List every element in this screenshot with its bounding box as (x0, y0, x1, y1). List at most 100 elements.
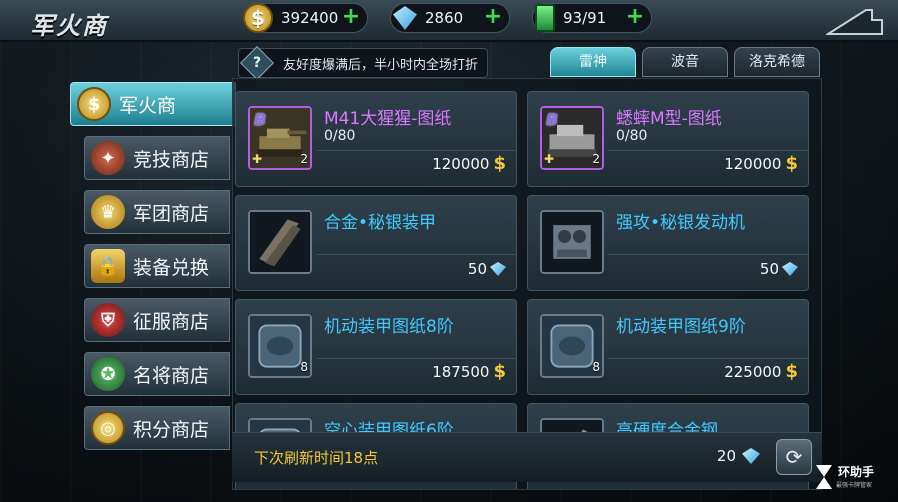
gold-currency-icon: $ (785, 153, 798, 174)
points-coin-icon: ◎ (91, 411, 125, 445)
item-name: M41大猩猩-图纸 (324, 109, 452, 129)
item-name: 机动装甲图纸9阶 (616, 317, 746, 337)
item-price: 225000 $ (724, 361, 798, 382)
watermark-subtext: 最强卡牌管家 (836, 482, 873, 489)
refresh-button[interactable]: ⟳ (776, 439, 812, 475)
sidebar-item-arena-shop[interactable]: ✦ 竞技商店 (84, 136, 230, 180)
item-count: 2 (592, 152, 600, 166)
diamond-icon (393, 6, 417, 30)
item-price: 120000 $ (724, 153, 798, 174)
refresh-bar: 下次刷新时间18点 20 ⟳ (232, 432, 822, 482)
sidebar-item-label: 军火商 (119, 94, 177, 117)
sidebar-item-label: 积分商店 (133, 418, 210, 441)
add-gold-button[interactable]: + (341, 6, 361, 28)
diamond-resource: 2860 + (390, 3, 510, 33)
general-emblem-icon: ✪ (91, 357, 125, 391)
item-thumbnail (540, 210, 604, 274)
energy-battery-icon (535, 4, 555, 32)
item-thumbnail: B ✚ 2 (248, 106, 312, 170)
sidebar-item-points-shop[interactable]: ◎ 积分商店 (84, 406, 230, 450)
sidebar-item-equipment-exchange[interactable]: 🔒 装备兑换 (84, 244, 230, 288)
watermark-text: 环助手 (838, 465, 875, 479)
blueprint-icon: ✚ (252, 152, 263, 166)
shop-item-card[interactable]: 8 机动装甲图纸9阶 225000 $ (527, 299, 809, 395)
sidebar-item-conquest-shop[interactable]: ⛨ 征服商店 (84, 298, 230, 342)
item-price: 120000 $ (432, 153, 506, 174)
item-name: 合金•秘银装甲 (324, 213, 437, 233)
item-count: 8 (300, 360, 308, 374)
diamond-currency-icon (490, 262, 506, 276)
armor-plate-icon (250, 212, 310, 272)
tab-leishen[interactable]: 雷神 (550, 47, 636, 77)
refresh-time-text: 下次刷新时间18点 (254, 449, 379, 467)
energy-resource: 93/91 + (532, 3, 652, 33)
item-price: 187500 $ (432, 361, 506, 382)
diamond-currency-icon (742, 448, 760, 464)
item-thumbnail: B ✚ 2 (540, 106, 604, 170)
item-name: 机动装甲图纸8阶 (324, 317, 454, 337)
item-count: 2 (300, 152, 308, 166)
item-progress: 0/80 (324, 128, 356, 144)
gold-coin-icon: $ (77, 87, 111, 121)
gold-currency-icon: $ (493, 153, 506, 174)
item-count: 8 (592, 360, 600, 374)
tab-boeing[interactable]: 波音 (642, 47, 728, 77)
divider (608, 358, 808, 359)
shop-item-card[interactable]: B ✚ 2 M41大猩猩-图纸 0/80 120000 $ (235, 91, 517, 187)
divider (608, 254, 808, 255)
trophy-icon: ♛ (91, 195, 125, 229)
sidebar-item-label: 军团商店 (133, 202, 210, 225)
item-thumbnail: 8 (248, 314, 312, 378)
blueprint-icon: ✚ (544, 152, 555, 166)
rarity-badge: B (254, 110, 267, 129)
shop-item-card[interactable]: 合金•秘银装甲 50 (235, 195, 517, 291)
logo-mark (816, 465, 832, 489)
item-thumbnail: 8 (540, 314, 604, 378)
shop-item-panel: B ✚ 2 M41大猩猩-图纸 0/80 120000 $ B ✚ 2 蟋蟀M型-… (232, 78, 822, 490)
item-price: 50 (468, 260, 506, 278)
discount-notice: ? 友好度爆满后，半小时内全场打折 (238, 46, 488, 80)
sidebar-item-label: 名将商店 (133, 364, 210, 387)
diamond-value: 2860 (425, 9, 464, 27)
shop-item-card[interactable]: 8 机动装甲图纸8阶 187500 $ (235, 299, 517, 395)
divider (608, 150, 808, 151)
gold-currency-icon: $ (493, 361, 506, 382)
gold-currency-icon: $ (785, 361, 798, 382)
top-bar: 军火商 $ 392400 + 2860 + 93/91 + (0, 0, 898, 42)
item-price: 50 (760, 260, 798, 278)
sidebar-item-arms-dealer[interactable]: $ 军火商 (70, 82, 236, 126)
sidebar-item-legion-shop[interactable]: ♛ 军团商店 (84, 190, 230, 234)
sidebar-item-label: 竞技商店 (133, 148, 210, 171)
lock-icon: 🔒 (91, 249, 125, 283)
sidebar-item-label: 征服商店 (133, 310, 210, 333)
energy-value: 93/91 (563, 9, 607, 27)
divider (316, 358, 516, 359)
gold-resource: $ 392400 + (243, 3, 368, 33)
gold-value: 392400 (281, 9, 339, 27)
rarity-badge: B (546, 110, 559, 129)
eagle-emblem-icon: ✦ (91, 141, 125, 175)
tab-lockheed[interactable]: 洛克希德 (734, 47, 820, 77)
add-energy-button[interactable]: + (625, 6, 645, 28)
item-progress: 0/80 (616, 128, 648, 144)
shop-item-card[interactable]: 强攻•秘银发动机 50 (527, 195, 809, 291)
page-title: 军火商 (30, 12, 108, 40)
shield-icon: ⛨ (91, 303, 125, 337)
item-thumbnail (248, 210, 312, 274)
help-icon[interactable]: ? (240, 46, 274, 80)
refresh-cost: 20 (717, 447, 760, 465)
item-name: 蟋蟀M型-图纸 (616, 109, 722, 129)
sidebar-item-general-shop[interactable]: ✪ 名将商店 (84, 352, 230, 396)
gold-coin-icon: $ (243, 3, 273, 33)
diamond-currency-icon (782, 262, 798, 276)
divider (316, 150, 516, 151)
sidebar-item-label: 装备兑换 (133, 256, 210, 279)
engine-icon (542, 212, 602, 272)
item-name: 强攻•秘银发动机 (616, 213, 746, 233)
back-arrow-icon[interactable] (826, 6, 886, 40)
divider (316, 254, 516, 255)
add-diamond-button[interactable]: + (483, 6, 503, 28)
watermark-logo: 环助手 最强卡牌管家 (812, 456, 892, 496)
notice-text: 友好度爆满后，半小时内全场打折 (283, 57, 479, 73)
shop-item-card[interactable]: B ✚ 2 蟋蟀M型-图纸 0/80 120000 $ (527, 91, 809, 187)
